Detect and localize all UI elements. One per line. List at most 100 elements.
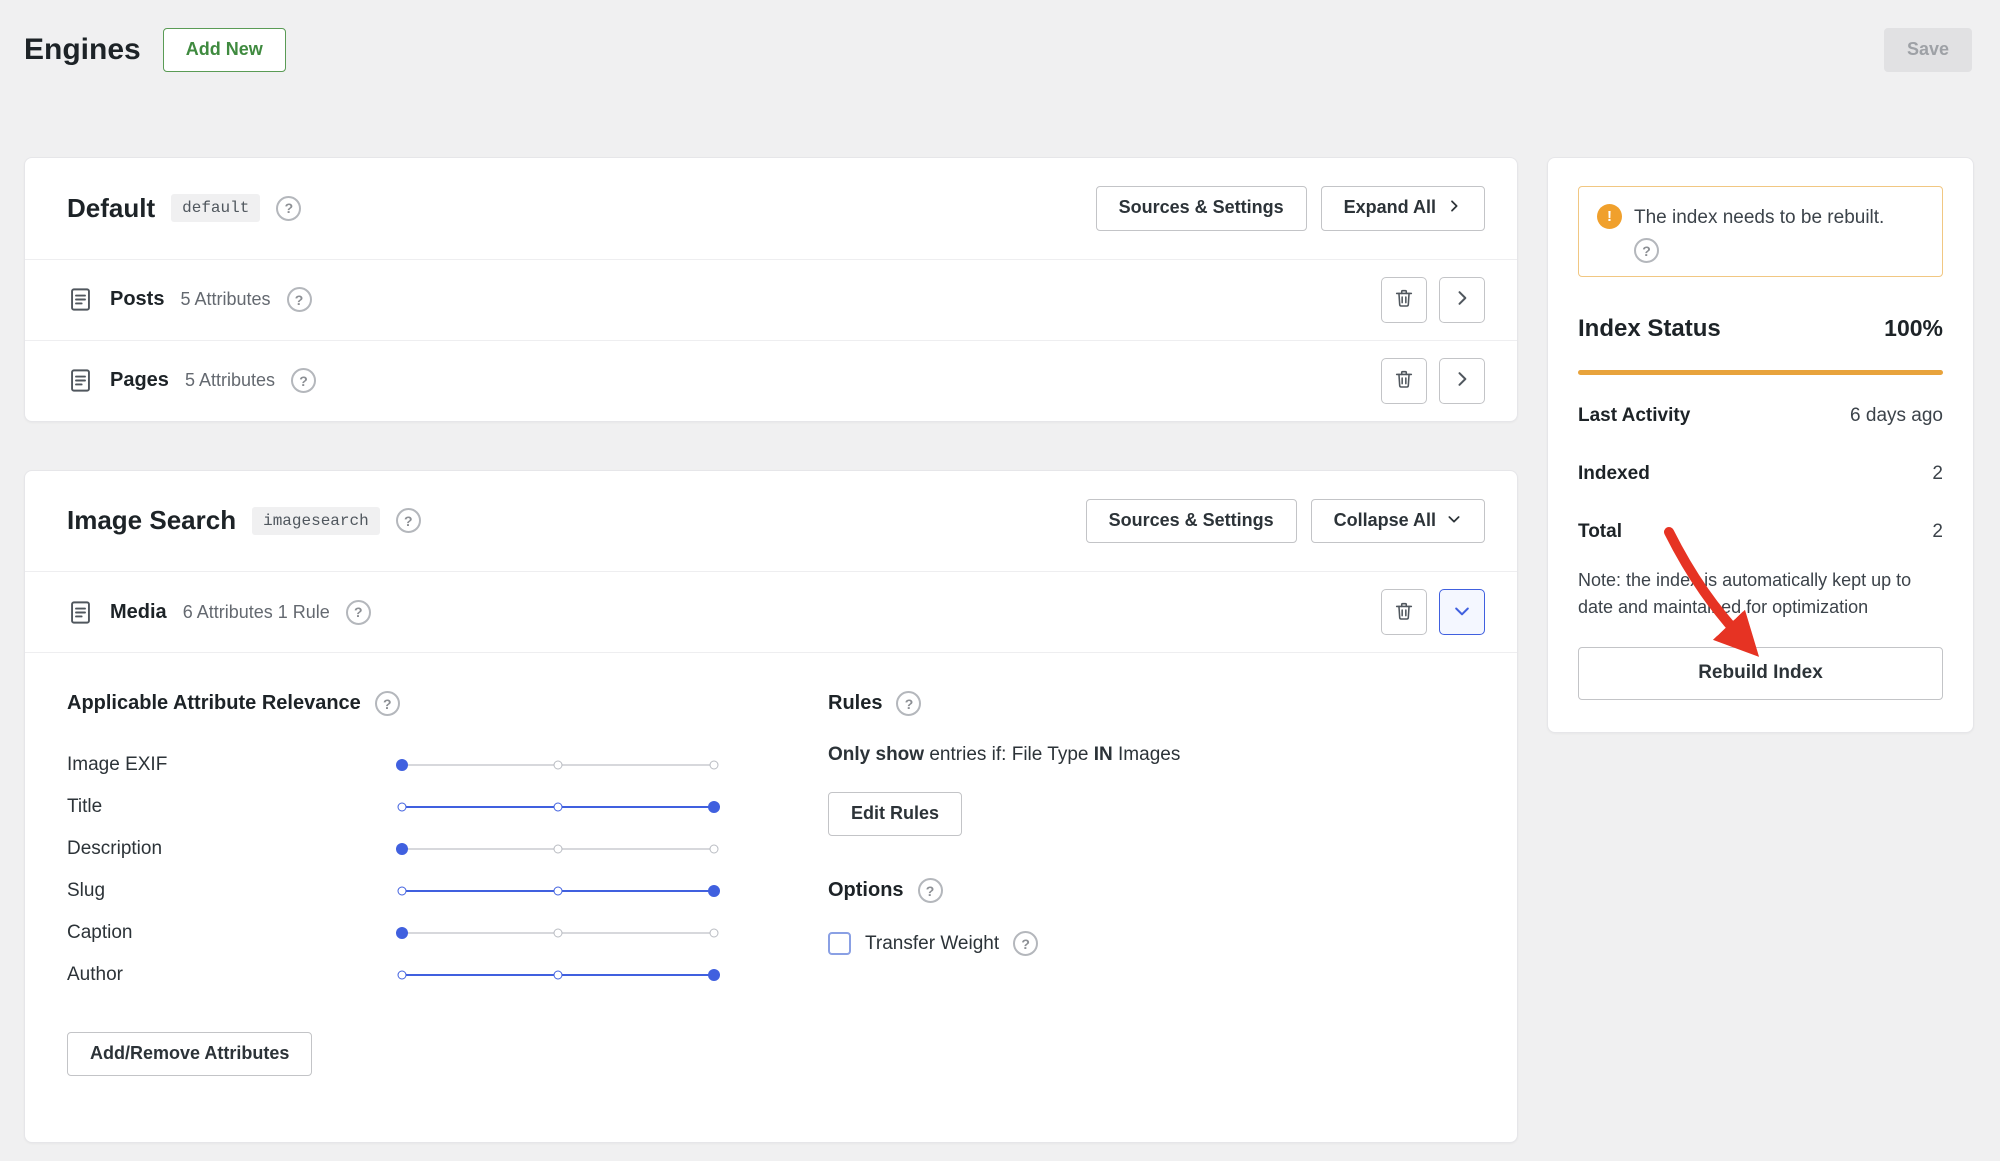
- rebuild-index-button[interactable]: Rebuild Index: [1578, 647, 1943, 701]
- sources-settings-button[interactable]: Sources & Settings: [1095, 185, 1307, 231]
- slider-handle[interactable]: [396, 759, 408, 772]
- rule-summary: Only show entries if: File Type IN Image…: [828, 744, 1388, 766]
- document-icon: [67, 599, 94, 626]
- sources-settings-button[interactable]: Sources & Settings: [1085, 498, 1297, 544]
- expand-all-button[interactable]: Expand All: [1320, 185, 1485, 231]
- index-progress-bar: [1578, 370, 1943, 376]
- help-icon[interactable]: ?: [1634, 238, 1659, 264]
- transfer-weight-checkbox[interactable]: [828, 932, 851, 956]
- warning-icon: !: [1597, 203, 1622, 229]
- engine-header: Image Search imagesearch ? Sources & Set…: [25, 471, 1517, 572]
- trash-icon: [1393, 368, 1415, 393]
- rules-title: Rules: [828, 692, 883, 715]
- source-meta: 5 Attributes: [180, 289, 271, 310]
- engine-card-default: Default default ? Sources & Settings Exp…: [24, 156, 1518, 422]
- stat-value: 6 days ago: [1850, 405, 1943, 427]
- collapse-all-label: Collapse All: [1333, 510, 1436, 531]
- source-actions: [1381, 589, 1485, 636]
- source-row-pages: Pages 5 Attributes ?: [25, 339, 1517, 421]
- attribute-label: Description: [67, 838, 163, 860]
- chevron-down-icon: [1452, 601, 1472, 624]
- help-icon[interactable]: ?: [917, 878, 943, 904]
- attribute-label: Caption: [67, 922, 133, 944]
- index-sidebar: ! The index needs to be rebuilt. ? Index…: [1547, 156, 1974, 734]
- relevance-slider[interactable]: [397, 883, 720, 899]
- engine-header-actions: Sources & Settings Expand All: [1095, 185, 1485, 231]
- engine-slug-badge: imagesearch: [252, 506, 380, 535]
- source-meta: 6 Attributes 1 Rule: [182, 601, 330, 622]
- help-icon[interactable]: ?: [1013, 931, 1039, 957]
- help-icon[interactable]: ?: [276, 195, 302, 221]
- rule-bold-prefix: Only show: [828, 744, 925, 766]
- expand-source-button[interactable]: [1439, 357, 1485, 404]
- options-title: Options: [828, 879, 904, 902]
- index-status-card: ! The index needs to be rebuilt. ? Index…: [1547, 156, 1974, 734]
- source-row-posts: Posts 5 Attributes ?: [25, 258, 1517, 340]
- stat-row-last-activity: Last Activity 6 days ago: [1578, 387, 1943, 445]
- attribute-label: Slug: [67, 880, 106, 902]
- rules-heading: Rules ?: [828, 691, 1388, 717]
- rule-value-text: Images: [1112, 744, 1181, 766]
- page-header: Engines Add New Save: [0, 0, 2000, 72]
- stat-value: 2: [1932, 521, 1943, 543]
- index-status-value: 100%: [1884, 315, 1943, 342]
- slider-handle[interactable]: [396, 927, 408, 940]
- slider-mid-tick: [553, 886, 563, 896]
- help-icon[interactable]: ?: [374, 691, 400, 717]
- add-new-button[interactable]: Add New: [162, 28, 286, 72]
- slider-mid-tick: [553, 970, 563, 980]
- relevance-slider[interactable]: [396, 757, 719, 773]
- slider-mid-tick: [553, 802, 563, 812]
- slider-start-cap: [397, 970, 407, 980]
- source-actions: [1381, 276, 1485, 323]
- delete-source-button[interactable]: [1381, 357, 1427, 404]
- help-icon[interactable]: ?: [896, 691, 922, 717]
- document-icon: [67, 367, 94, 394]
- help-icon[interactable]: ?: [291, 368, 316, 394]
- relevance-heading: Applicable Attribute Relevance ?: [67, 691, 767, 717]
- attribute-row: Image EXIF: [67, 744, 767, 786]
- rules-block: Rules ? Only show entries if: File Type …: [828, 691, 1388, 1076]
- relevance-slider[interactable]: [396, 925, 719, 941]
- help-icon[interactable]: ?: [395, 508, 421, 534]
- engines-column: Default default ? Sources & Settings Exp…: [24, 156, 1518, 1144]
- delete-source-button[interactable]: [1381, 276, 1427, 323]
- edit-rules-button[interactable]: Edit Rules: [828, 792, 963, 837]
- engine-header: Default default ? Sources & Settings Exp…: [25, 158, 1517, 259]
- index-note: Note: the index is automatically kept up…: [1578, 570, 1912, 618]
- collapse-source-button[interactable]: [1439, 589, 1485, 636]
- media-expanded-panel: Applicable Attribute Relevance ? Image E…: [25, 652, 1517, 1142]
- relevance-slider[interactable]: [396, 841, 719, 857]
- help-icon[interactable]: ?: [286, 287, 312, 313]
- source-meta: 5 Attributes: [184, 370, 275, 391]
- slider-handle[interactable]: [708, 885, 720, 898]
- engine-title: Image Search: [67, 505, 237, 536]
- rebuild-alert: ! The index needs to be rebuilt. ?: [1578, 185, 1943, 278]
- expand-all-label: Expand All: [1343, 197, 1436, 218]
- chevron-down-icon: [1446, 511, 1462, 532]
- attribute-label: Title: [67, 796, 103, 818]
- save-button[interactable]: Save: [1883, 28, 1972, 72]
- transfer-weight-label: Transfer Weight: [865, 932, 1000, 954]
- alert-text: The index needs to be rebuilt.: [1634, 206, 1885, 228]
- slider-start-cap: [397, 886, 407, 896]
- add-remove-attributes-button[interactable]: Add/Remove Attributes: [67, 1032, 313, 1077]
- attribute-label: Image EXIF: [67, 754, 168, 776]
- collapse-all-button[interactable]: Collapse All: [1310, 498, 1485, 544]
- relevance-slider[interactable]: [397, 967, 720, 983]
- slider-mid-tick: [553, 760, 563, 770]
- source-name: Posts: [110, 288, 165, 311]
- help-icon[interactable]: ?: [345, 599, 371, 625]
- slider-start-cap: [397, 802, 407, 812]
- slider-handle[interactable]: [396, 843, 408, 856]
- document-icon: [67, 286, 94, 313]
- engine-header-actions: Sources & Settings Collapse All: [1085, 498, 1485, 544]
- slider-handle[interactable]: [708, 969, 720, 982]
- slider-handle[interactable]: [708, 801, 720, 814]
- relevance-slider[interactable]: [397, 799, 720, 815]
- expand-source-button[interactable]: [1439, 276, 1485, 323]
- delete-source-button[interactable]: [1381, 589, 1427, 636]
- transfer-weight-row: Transfer Weight ?: [828, 931, 1388, 957]
- chevron-right-icon: [1452, 369, 1472, 392]
- relevance-block: Applicable Attribute Relevance ? Image E…: [67, 691, 767, 1077]
